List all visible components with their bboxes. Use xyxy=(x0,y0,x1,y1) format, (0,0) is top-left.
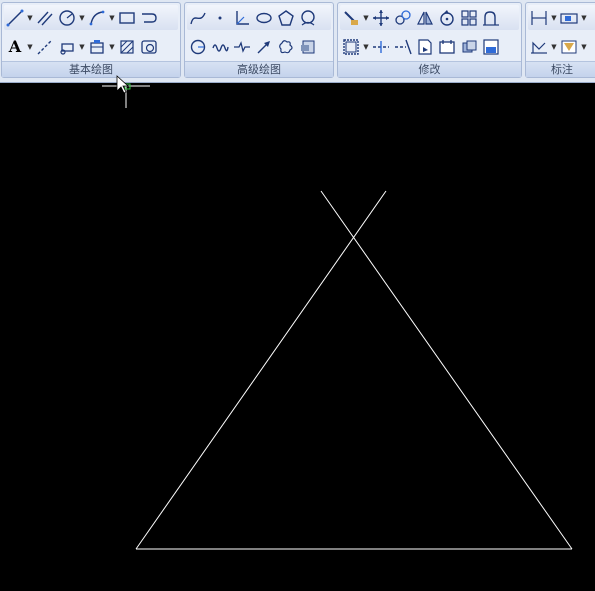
surface-finish-tool-icon[interactable] xyxy=(558,36,580,58)
break-tool-icon[interactable] xyxy=(436,36,458,58)
extend-tool-icon[interactable] xyxy=(392,36,414,58)
text-tool-icon[interactable]: A xyxy=(4,36,26,58)
arc-tool-icon[interactable] xyxy=(86,7,108,29)
fillet-tool-icon[interactable] xyxy=(480,7,502,29)
linear-dimension-tool-icon[interactable] xyxy=(528,7,550,29)
panel-basic-drawing-row2: A ▼ ▼ ▼ xyxy=(4,34,178,59)
datum-dropdown-icon[interactable]: ▼ xyxy=(550,36,558,58)
explode-tool-icon[interactable] xyxy=(458,36,480,58)
move-tool-icon[interactable] xyxy=(370,7,392,29)
panel-basic-drawing-row1: ▼ ▼ ▼ xyxy=(4,5,178,30)
table-tool-icon[interactable] xyxy=(86,36,108,58)
construction-line-tool-icon[interactable] xyxy=(34,36,56,58)
point-tool-icon[interactable] xyxy=(209,7,231,29)
ellipse-arc-tool-icon[interactable] xyxy=(187,36,209,58)
panel-advanced-drawing: 高级绘图 xyxy=(184,2,334,78)
ellipse-tool-icon[interactable] xyxy=(253,7,275,29)
surface-finish-dropdown-icon[interactable]: ▼ xyxy=(580,36,588,58)
mouse-cursor-icon xyxy=(102,75,150,108)
erase-tool-icon[interactable] xyxy=(340,7,362,29)
dimension-axis-tool-icon[interactable] xyxy=(231,7,253,29)
circle-tool-dropdown-icon[interactable]: ▼ xyxy=(78,7,86,29)
linear-dimension-dropdown-icon[interactable]: ▼ xyxy=(550,7,558,29)
block-insert-dropdown-icon[interactable]: ▼ xyxy=(78,36,86,58)
trim-tool-icon[interactable] xyxy=(370,36,392,58)
region-tool-icon[interactable] xyxy=(138,36,160,58)
panel-basic-drawing: ▼ ▼ ▼ A ▼ ▼ ▼ 基本绘图 xyxy=(1,2,181,78)
revision-cloud-tool-icon[interactable] xyxy=(275,36,297,58)
text-tool-glyph: A xyxy=(8,37,22,56)
draworder-tool-icon[interactable] xyxy=(480,36,502,58)
text-tool-dropdown-icon[interactable]: ▼ xyxy=(26,36,34,58)
drawing-canvas[interactable] xyxy=(0,83,595,591)
panel-advanced-drawing-row1 xyxy=(187,5,331,30)
erase-tool-dropdown-icon[interactable]: ▼ xyxy=(362,7,370,29)
line-tool-icon[interactable] xyxy=(4,7,26,29)
table-tool-dropdown-icon[interactable]: ▼ xyxy=(108,36,116,58)
block-insert-tool-icon[interactable] xyxy=(56,36,78,58)
copy-tool-icon[interactable] xyxy=(392,7,414,29)
panel-title-modify[interactable]: 修改 xyxy=(338,61,521,77)
ribbon-toolbar: ▼ ▼ ▼ A ▼ ▼ ▼ 基本绘图 高级绘图 ▼ ▼ 修改 ▼ ▼ ▼ ▼ 标… xyxy=(0,0,595,83)
arc-tool-dropdown-icon[interactable]: ▼ xyxy=(108,7,116,29)
panel-title-advanced-drawing[interactable]: 高级绘图 xyxy=(185,61,333,77)
tolerance-tool-icon[interactable] xyxy=(558,7,580,29)
panel-title-annotate[interactable]: 标注 xyxy=(526,61,595,77)
polyline-tool-icon[interactable] xyxy=(138,7,160,29)
stretch-tool-icon[interactable] xyxy=(414,36,436,58)
break-line-tool-icon[interactable] xyxy=(231,36,253,58)
drawing-line-right[interactable] xyxy=(320,190,573,550)
array-tool-icon[interactable] xyxy=(458,7,480,29)
rectangle-tool-icon[interactable] xyxy=(116,7,138,29)
arrow-tool-icon[interactable] xyxy=(253,36,275,58)
ring-tool-icon[interactable] xyxy=(297,7,319,29)
polygon-tool-icon[interactable] xyxy=(275,7,297,29)
wipeout-tool-icon[interactable] xyxy=(297,36,319,58)
panel-advanced-drawing-row2 xyxy=(187,34,331,59)
panel-annotate-row2: ▼ ▼ xyxy=(528,34,595,59)
spline-tool-icon[interactable] xyxy=(187,7,209,29)
line-tool-dropdown-icon[interactable]: ▼ xyxy=(26,7,34,29)
panel-annotate: ▼ ▼ ▼ ▼ 标注 xyxy=(525,2,595,78)
parallel-line-tool-icon[interactable] xyxy=(34,7,56,29)
drawing-svg xyxy=(135,190,573,550)
panel-modify: ▼ ▼ 修改 xyxy=(337,2,522,78)
circle-tool-icon[interactable] xyxy=(56,7,78,29)
datum-tool-icon[interactable] xyxy=(528,36,550,58)
tolerance-dropdown-icon[interactable]: ▼ xyxy=(580,7,588,29)
rotate-tool-icon[interactable] xyxy=(436,7,458,29)
panel-annotate-row1: ▼ ▼ xyxy=(528,5,595,30)
panel-modify-row1: ▼ xyxy=(340,5,519,30)
panel-modify-row2: ▼ xyxy=(340,34,519,59)
mirror-tool-icon[interactable] xyxy=(414,7,436,29)
hatch-tool-icon[interactable] xyxy=(116,36,138,58)
drawing-line-left[interactable] xyxy=(135,190,387,550)
scale-tool-dropdown-icon[interactable]: ▼ xyxy=(362,36,370,58)
wave-line-tool-icon[interactable] xyxy=(209,36,231,58)
scale-tool-icon[interactable] xyxy=(340,36,362,58)
